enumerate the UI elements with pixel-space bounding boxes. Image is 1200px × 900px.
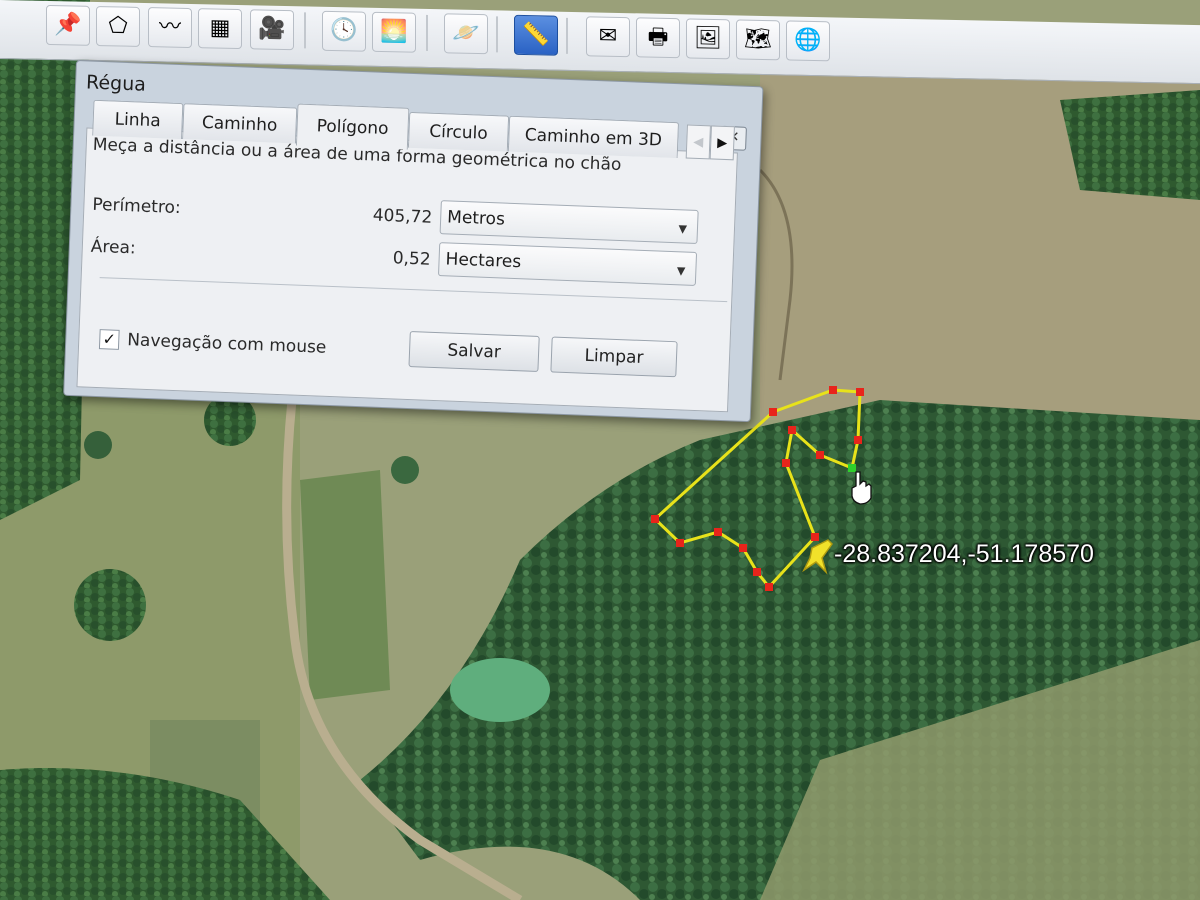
polygon-vertex[interactable] <box>811 533 819 541</box>
print-icon: 🖶 <box>647 24 669 51</box>
tree-cluster <box>391 456 419 484</box>
overlay-add-button[interactable]: ▦ <box>198 8 242 50</box>
view-in-maps-button[interactable]: 🗺 <box>736 19 780 61</box>
tree-cluster <box>74 569 146 641</box>
polygon-vertex[interactable] <box>782 459 790 467</box>
sunlight-button[interactable]: 🌅 <box>372 11 416 53</box>
ruler-dialog: Régua ✕ Meça a distância ou a área de um… <box>63 60 764 423</box>
email-icon: ✉ <box>598 23 618 49</box>
tab-label: Polígono <box>316 115 389 139</box>
forest-top-right <box>1060 90 1200 200</box>
polygon-add-icon: ⬠ <box>108 13 128 39</box>
print-button[interactable]: 🖶 <box>636 17 680 59</box>
toolbar-separator <box>496 16 498 53</box>
placemark-add-button[interactable]: 📌 <box>46 4 90 46</box>
polygon-vertex[interactable] <box>651 515 659 523</box>
email-button[interactable]: ✉ <box>586 16 630 58</box>
ruler-button[interactable]: 📏 <box>514 14 558 56</box>
area-value: 0,52 <box>392 248 431 270</box>
polygon-vertex[interactable] <box>816 451 824 459</box>
perimeter-unit-select[interactable]: Metros ▼ <box>439 200 699 244</box>
polygon-vertex[interactable] <box>848 464 856 472</box>
sunlight-icon: 🌅 <box>380 18 408 45</box>
polygon-vertex[interactable] <box>714 528 722 536</box>
save-image-icon: 🖼 <box>694 25 722 52</box>
tab-label: Caminho <box>201 112 278 136</box>
dialog-title: Régua <box>85 71 147 96</box>
pond <box>450 658 550 722</box>
perimeter-label: Perímetro: <box>92 194 182 219</box>
polygon-vertex[interactable] <box>739 544 747 552</box>
tab-caminho[interactable]: Caminho <box>182 103 298 144</box>
chevron-down-icon: ▼ <box>676 264 686 278</box>
path-add-icon: 〰 <box>158 14 181 40</box>
save-button[interactable]: Salvar <box>408 331 540 372</box>
tour-record-icon: 🎥 <box>258 16 286 42</box>
tab-panel: Meça a distância ou a área de uma forma … <box>76 127 738 413</box>
path-add-button[interactable]: 〰 <box>148 7 192 49</box>
tab-caminho-3d[interactable]: Caminho em 3D <box>507 115 680 159</box>
perimeter-unit-value: Metros <box>446 207 506 230</box>
polygon-vertex[interactable] <box>788 426 796 434</box>
chevron-down-icon: ▼ <box>678 222 688 236</box>
earth-icon: 🌐 <box>794 27 822 54</box>
tab-circulo[interactable]: Círculo <box>407 111 510 152</box>
toolbar-separator <box>426 14 428 51</box>
historical-imagery-button[interactable]: 🕓 <box>322 10 366 52</box>
placemark-add-icon: 📌 <box>54 12 82 38</box>
planets-button[interactable]: 🪐 <box>444 13 488 55</box>
area-unit-select[interactable]: Hectares ▼ <box>437 242 698 286</box>
view-in-maps-icon: 🗺 <box>744 26 772 53</box>
perimeter-value: 405,72 <box>372 205 433 228</box>
ruler-icon: 📏 <box>522 21 550 48</box>
tab-scroll-right-icon[interactable]: ▶ <box>709 125 735 161</box>
overlay-add-icon: ▦ <box>209 15 231 41</box>
mouse-navigation-label: Navegação com mouse <box>126 330 327 358</box>
tab-scroll-left-icon[interactable]: ◀ <box>685 124 711 160</box>
polygon-vertex[interactable] <box>829 386 837 394</box>
area-unit-value: Hectares <box>445 249 522 273</box>
tab-linha[interactable]: Linha <box>92 99 184 140</box>
toolbar-separator <box>566 17 568 54</box>
earth-button[interactable]: 🌐 <box>786 20 830 62</box>
polygon-vertex[interactable] <box>854 436 862 444</box>
tree-cluster <box>84 431 112 459</box>
tour-record-button[interactable]: 🎥 <box>250 9 294 51</box>
tab-poligono[interactable]: Polígono <box>295 103 410 150</box>
historical-imagery-icon: 🕓 <box>330 17 358 44</box>
polygon-vertex[interactable] <box>676 539 684 547</box>
field-strip <box>300 470 390 700</box>
polygon-vertex[interactable] <box>769 408 777 416</box>
tab-label: Círculo <box>428 121 489 144</box>
planets-icon: 🪐 <box>452 20 480 47</box>
coordinate-label: -28.837204,-51.178570 <box>834 540 1094 568</box>
mouse-navigation-checkbox[interactable]: ✓ <box>98 329 120 350</box>
clear-button[interactable]: Limpar <box>550 336 678 378</box>
polygon-vertex[interactable] <box>856 388 864 396</box>
area-label: Área: <box>90 236 137 259</box>
polygon-add-button[interactable]: ⬠ <box>96 6 140 47</box>
toolbar-separator <box>304 12 306 49</box>
save-image-button[interactable]: 🖼 <box>686 18 730 60</box>
polygon-vertex[interactable] <box>765 583 773 591</box>
tab-label: Linha <box>114 109 162 131</box>
tab-label: Caminho em 3D <box>524 124 663 151</box>
polygon-vertex[interactable] <box>753 568 761 576</box>
